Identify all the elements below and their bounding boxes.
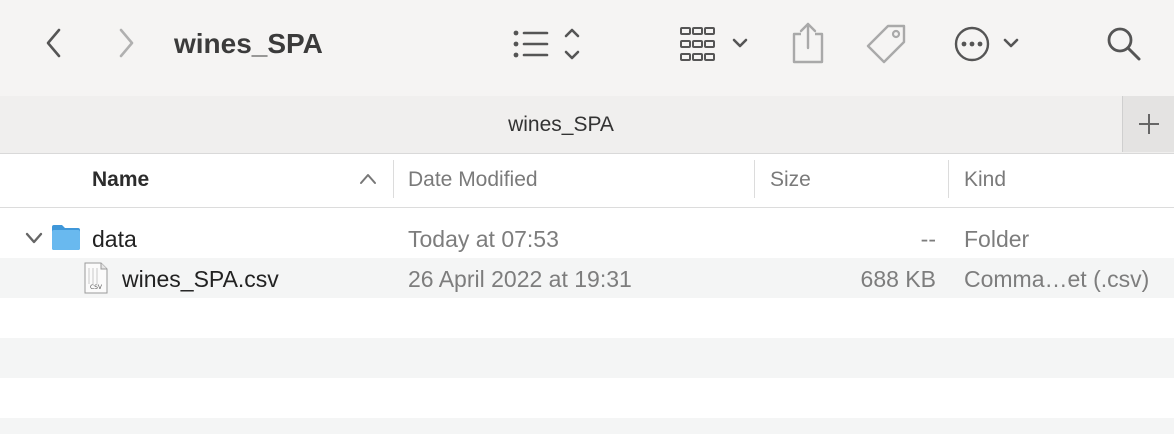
csv-file-icon: CSV <box>84 262 108 294</box>
empty-row <box>0 418 1174 434</box>
tag-button[interactable] <box>864 22 910 66</box>
more-options-icon <box>954 26 1019 62</box>
disclosure-triangle-icon[interactable] <box>24 230 44 246</box>
back-button[interactable] <box>38 26 70 60</box>
list-row-folder[interactable]: data Today at 07:53 -- Folder <box>0 218 1174 258</box>
share-icon <box>792 22 824 64</box>
list-row-file[interactable]: CSV wines_SPA.csv 26 April 2022 at 19:31… <box>0 258 1174 298</box>
row-name: wines_SPA.csv <box>122 266 279 292</box>
row-kind: Comma…et (.csv) <box>964 266 1150 292</box>
new-tab-button[interactable] <box>1122 96 1174 152</box>
empty-row <box>0 298 1174 338</box>
plus-icon <box>1139 114 1159 134</box>
column-date-modified[interactable]: Date Modified <box>408 167 538 193</box>
grid-group-icon <box>680 27 748 61</box>
file-type-badge: CSV <box>89 284 103 291</box>
list-view-icon <box>513 28 580 60</box>
search-icon <box>1107 27 1141 61</box>
row-date: 26 April 2022 at 19:31 <box>408 266 632 292</box>
toolbar: wines_SPA <box>0 0 1174 96</box>
tag-icon <box>866 24 906 64</box>
share-button[interactable] <box>788 20 828 66</box>
window-title: wines_SPA <box>174 28 323 59</box>
column-kind[interactable]: Kind <box>964 167 1006 193</box>
row-size: -- <box>920 226 936 252</box>
folder-icon <box>52 225 80 250</box>
list-view-button[interactable] <box>510 24 586 64</box>
action-menu-button[interactable] <box>950 22 1026 66</box>
column-header: Name Date Modified Size Kind <box>0 154 1174 208</box>
row-size: 688 KB <box>860 266 936 292</box>
column-divider[interactable] <box>393 160 394 198</box>
column-name[interactable]: Name <box>92 167 149 193</box>
chevron-left-icon <box>46 28 61 58</box>
row-date: Today at 07:53 <box>408 226 559 252</box>
tab-active[interactable]: wines_SPA <box>0 112 1122 138</box>
empty-row <box>0 378 1174 418</box>
search-button[interactable] <box>1104 24 1144 64</box>
group-button[interactable] <box>678 24 752 64</box>
column-size[interactable]: Size <box>770 167 811 193</box>
row-name: data <box>92 226 137 252</box>
chevron-right-icon <box>119 28 134 58</box>
column-divider[interactable] <box>948 160 949 198</box>
sort-ascending-icon <box>360 174 376 184</box>
column-divider[interactable] <box>754 160 755 198</box>
tab-bar: wines_SPA <box>0 96 1174 154</box>
row-kind: Folder <box>964 226 1030 252</box>
empty-row <box>0 338 1174 378</box>
forward-button[interactable] <box>110 26 142 60</box>
